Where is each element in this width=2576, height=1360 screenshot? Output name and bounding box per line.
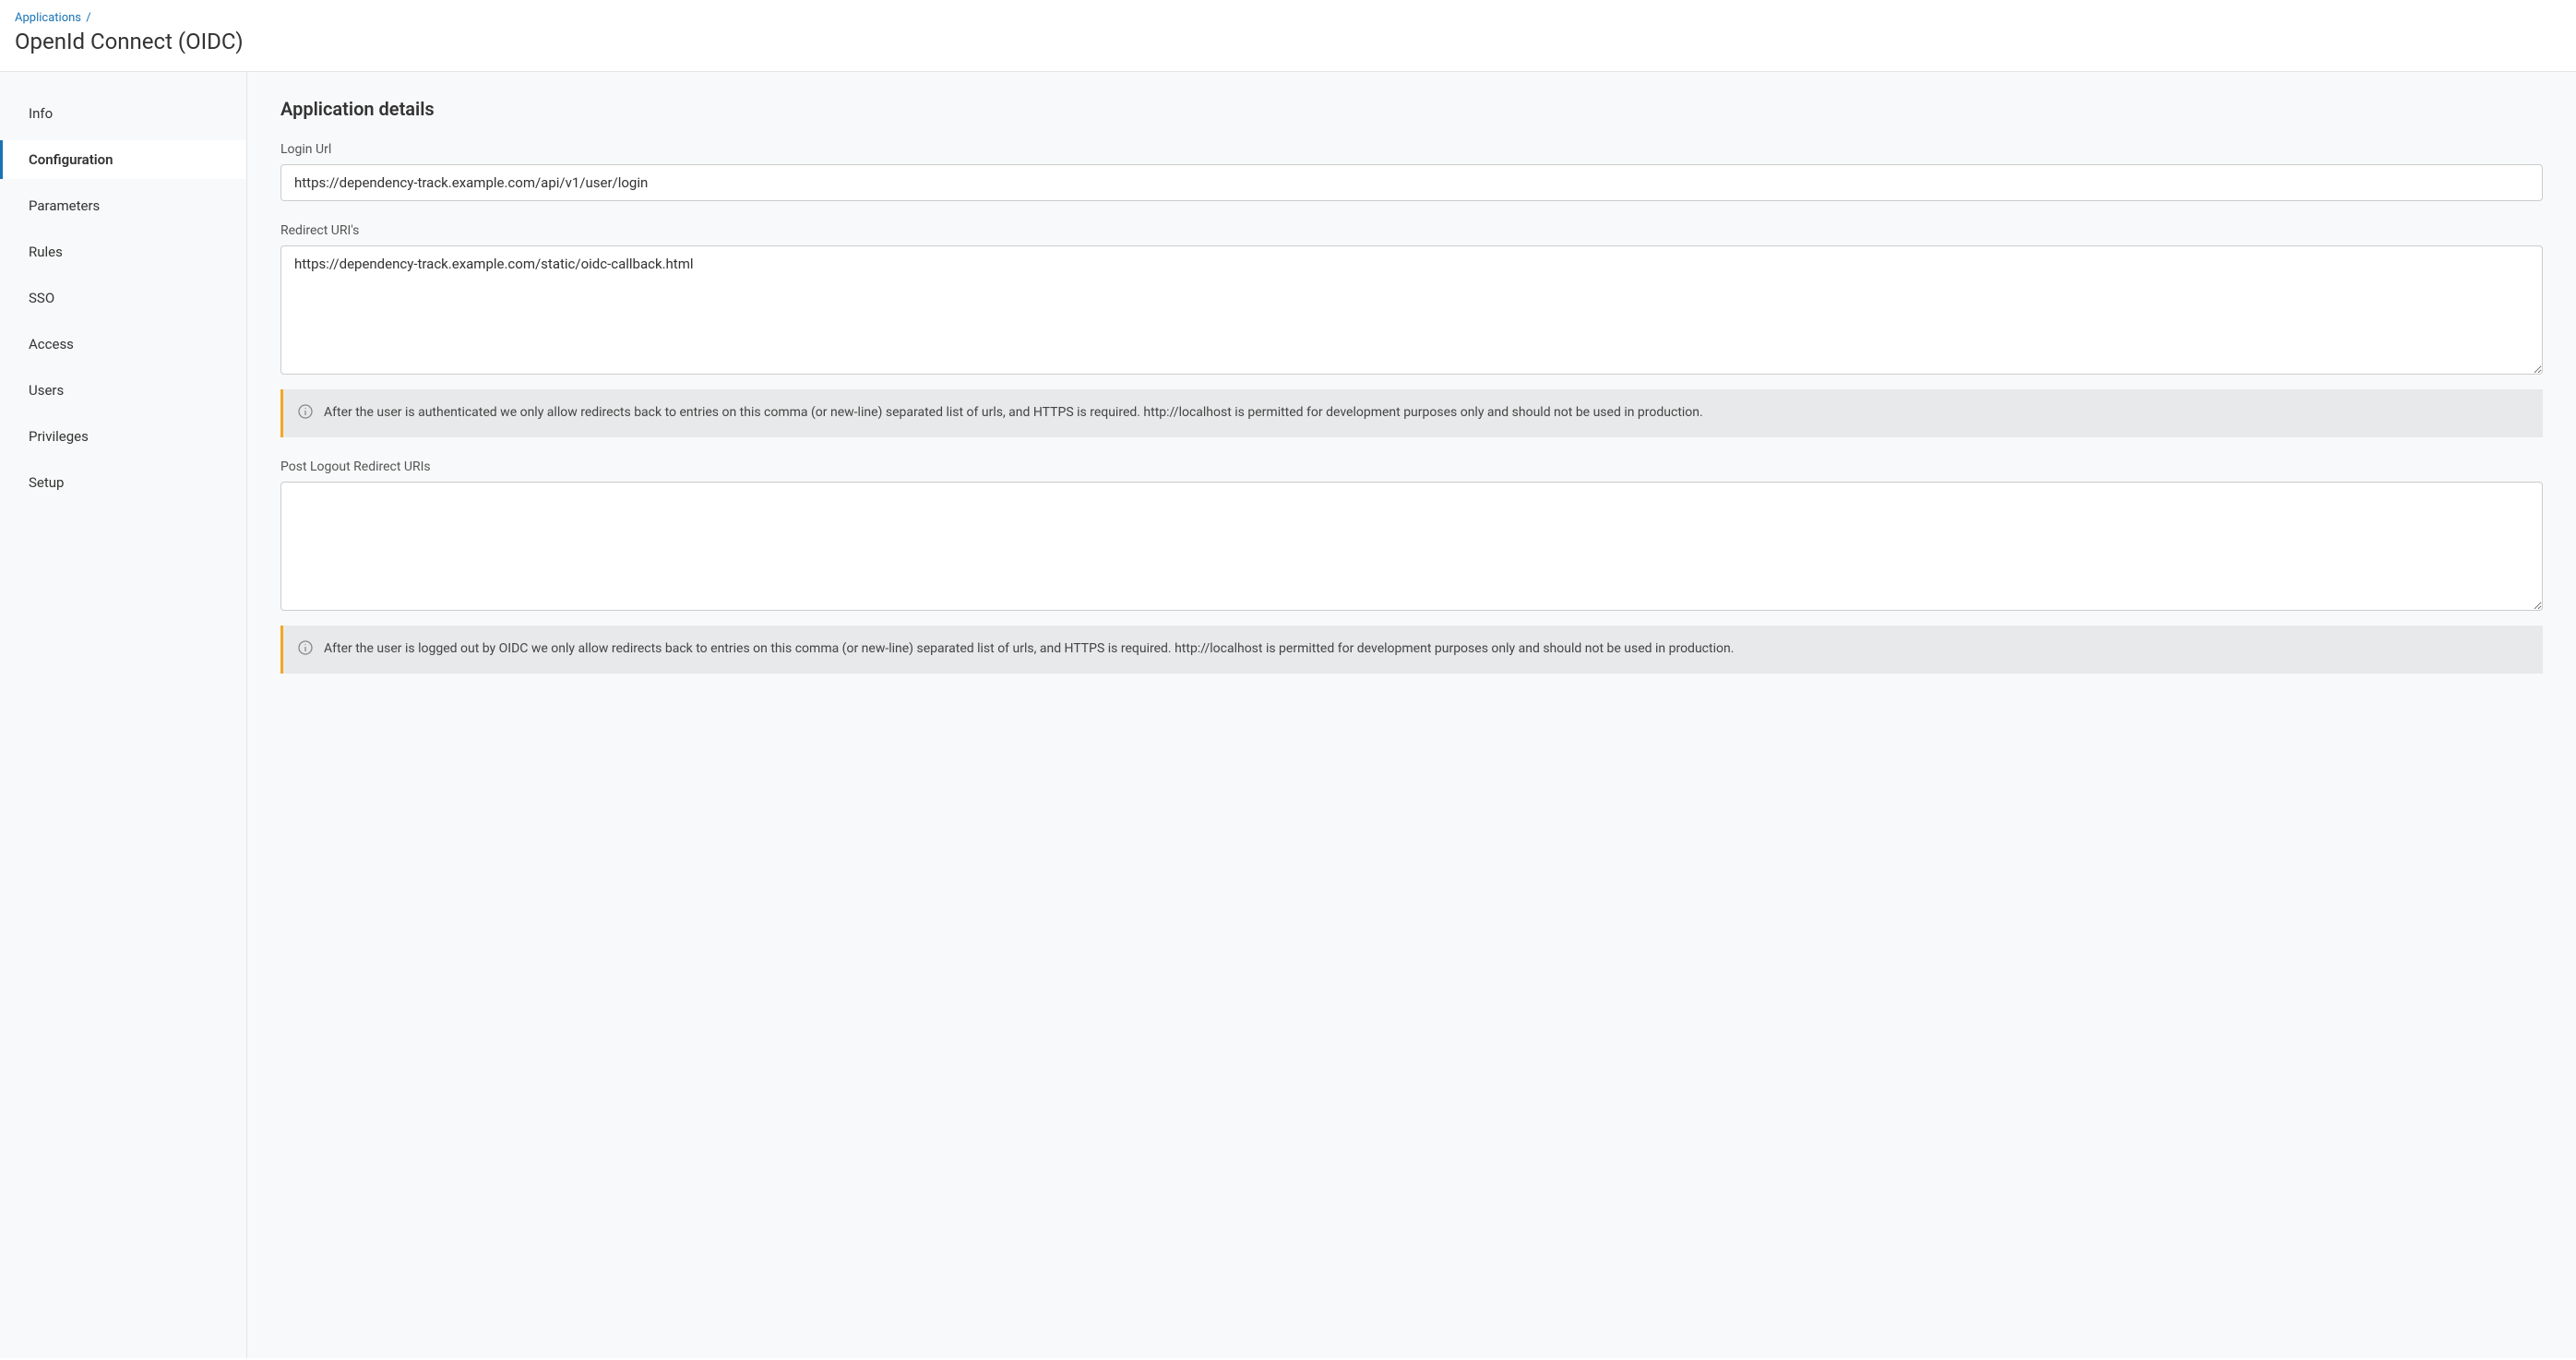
section-title: Application details — [280, 98, 2543, 120]
breadcrumb-parent-link[interactable]: Applications — [15, 11, 81, 25]
sidebar-item-access[interactable]: Access — [0, 325, 246, 364]
sidebar-item-configuration[interactable]: Configuration — [0, 140, 246, 179]
sidebar: Info Configuration Parameters Rules SSO … — [0, 72, 247, 1358]
redirect-uris-textarea[interactable] — [280, 245, 2543, 375]
login-url-input[interactable] — [280, 164, 2543, 201]
field-redirect-uris: Redirect URI's After the user is authent… — [280, 223, 2543, 437]
sidebar-item-parameters[interactable]: Parameters — [0, 186, 246, 225]
post-logout-redirect-uris-info-callout: After the user is logged out by OIDC we … — [280, 626, 2543, 674]
breadcrumb-separator: / — [86, 11, 90, 25]
sidebar-item-sso[interactable]: SSO — [0, 279, 246, 317]
sidebar-item-rules[interactable]: Rules — [0, 233, 246, 271]
sidebar-item-users[interactable]: Users — [0, 371, 246, 410]
login-url-label: Login Url — [280, 142, 2543, 157]
field-login-url: Login Url — [280, 142, 2543, 201]
redirect-uris-info-callout: After the user is authenticated we only … — [280, 389, 2543, 437]
info-icon — [298, 640, 313, 655]
post-logout-redirect-uris-info-text: After the user is logged out by OIDC we … — [324, 638, 2528, 661]
sidebar-item-setup[interactable]: Setup — [0, 463, 246, 502]
sidebar-item-info[interactable]: Info — [0, 94, 246, 133]
header: Applications / OpenId Connect (OIDC) — [0, 0, 2576, 72]
redirect-uris-label: Redirect URI's — [280, 223, 2543, 238]
breadcrumb: Applications / — [15, 11, 2561, 25]
redirect-uris-info-text: After the user is authenticated we only … — [324, 402, 2528, 424]
post-logout-redirect-uris-textarea[interactable] — [280, 482, 2543, 611]
sidebar-item-privileges[interactable]: Privileges — [0, 417, 246, 456]
page-title: OpenId Connect (OIDC) — [15, 29, 2561, 54]
post-logout-redirect-uris-label: Post Logout Redirect URIs — [280, 459, 2543, 474]
field-post-logout-redirect-uris: Post Logout Redirect URIs After the user… — [280, 459, 2543, 674]
info-icon — [298, 404, 313, 419]
main-content: Application details Login Url Redirect U… — [247, 72, 2576, 1358]
